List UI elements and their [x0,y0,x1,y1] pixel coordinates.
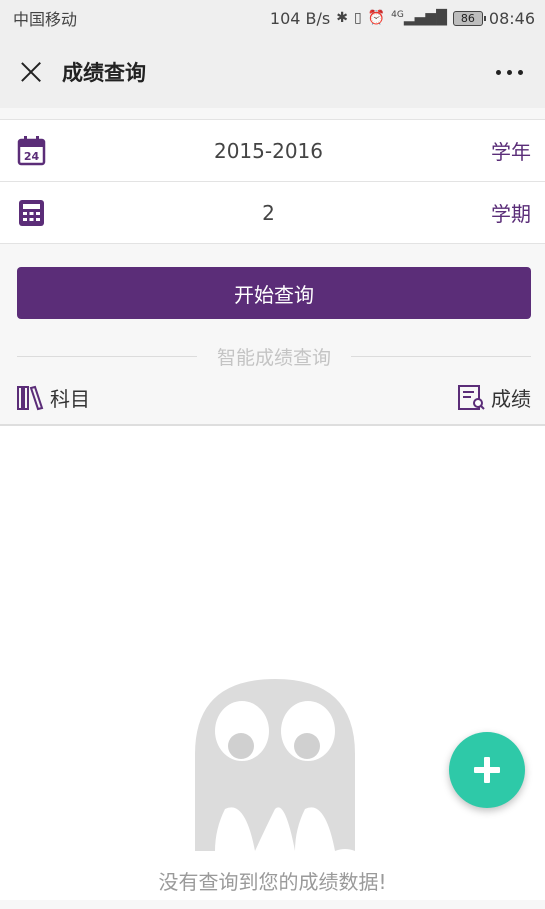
close-icon[interactable] [18,59,44,85]
bluetooth-icon: ✱ [336,10,348,26]
calendar-icon: 24 [17,136,46,166]
vibrate-icon: ▯ [353,10,362,26]
add-fab-button[interactable] [449,732,525,808]
subject-column-header: 科目 [16,383,90,412]
calendar-day: 24 [24,150,40,163]
start-query-button[interactable]: 开始查询 [17,267,531,319]
score-column-label: 成绩 [491,386,531,411]
status-bar: 中国移动 104 B/s ✱ ▯ ⏰ 4G▂▄▆█ 86 08:46 [0,0,545,36]
divider-text: 智能成绩查询 [217,347,332,369]
plus-icon [474,757,500,783]
term-label: 学期 [491,202,531,226]
divider-line [351,356,532,357]
empty-state-text: 没有查询到您的成绩数据! [158,870,387,894]
score-report-icon [458,384,485,410]
spacer [0,108,545,119]
network-type: 4G [391,10,404,20]
ghost-empty-icon [195,679,355,851]
carrier-name: 中国移动 [13,10,78,29]
term-value: 2 [262,200,275,225]
results-header: 科目 成绩 [0,370,545,426]
divider-line [17,356,197,357]
battery-level: 86 [460,11,475,25]
subject-column-label: 科目 [50,386,90,411]
calculator-icon [19,200,44,226]
more-options-icon[interactable] [492,62,527,83]
page-title: 成绩查询 [62,61,146,85]
alarm-icon: ⏰ [367,10,386,26]
score-column-header: 成绩 [457,383,531,412]
term-row[interactable]: 2 学期 [0,181,545,243]
school-year-row[interactable]: 24 2015-2016 学年 [0,119,545,181]
query-form: 24 2015-2016 学年 2 学期 [0,119,545,244]
signal-icon: 4G▂▄▆█ [391,10,447,26]
section-divider: 智能成绩查询 [17,343,532,370]
clock: 08:46 [488,8,535,28]
status-indicators: 104 B/s ✱ ▯ ⏰ 4G▂▄▆█ 86 08:46 [270,9,535,28]
network-speed: 104 B/s [269,8,331,28]
nav-bar: 成绩查询 [0,36,545,108]
school-year-label: 学年 [491,140,531,164]
battery-icon: 86 [452,10,486,26]
results-list-empty: 没有查询到您的成绩数据! [0,426,545,900]
school-year-value: 2015-2016 [213,138,323,163]
books-icon [17,385,44,410]
